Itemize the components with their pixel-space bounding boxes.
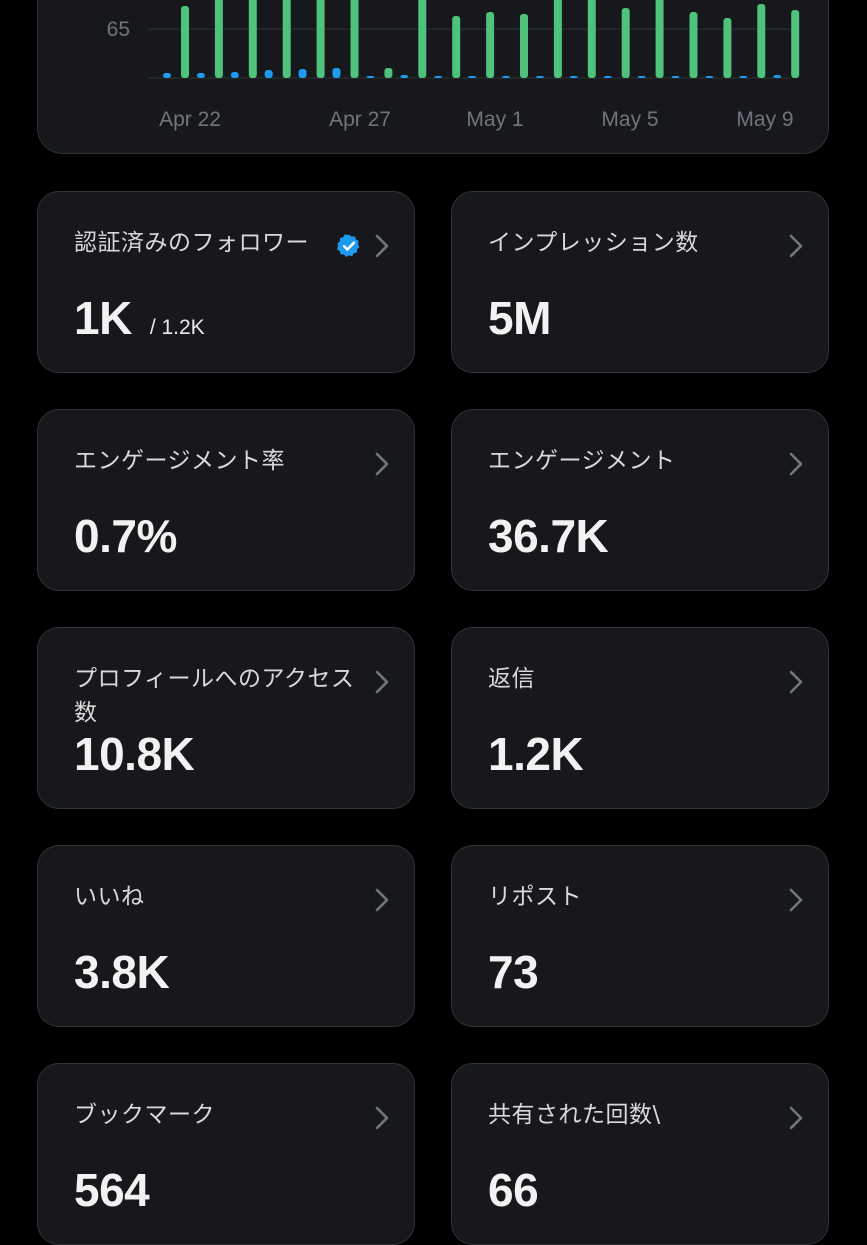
- metric-card-engagements[interactable]: エンゲージメント 36.7K: [451, 409, 829, 591]
- metric-label: 認証済みのフォロワー: [74, 230, 309, 256]
- chevron-right-icon: [375, 888, 389, 912]
- metric-card-profile-visits[interactable]: プロフィールへのアクセス数 10.8K: [37, 627, 415, 809]
- metric-value: 5M: [488, 292, 551, 344]
- metric-card-impressions[interactable]: インプレッション数 5M: [451, 191, 829, 373]
- bar-green-may-10: [791, 10, 800, 78]
- bar-green-apr-24: [248, 0, 257, 78]
- metric-label: インプレッション数: [488, 230, 699, 256]
- chevron-right-icon: [789, 888, 803, 912]
- bar-green-apr-27: [350, 0, 359, 78]
- bar-blue-apr-24: [230, 72, 239, 78]
- bar-blue-apr-22: [163, 73, 171, 78]
- chevron-right-icon: [789, 452, 803, 476]
- metric-value-main: 1K: [74, 292, 132, 344]
- metric-value: 66: [488, 1164, 539, 1216]
- bar-green-may-2: [520, 14, 528, 78]
- metric-label: リポスト: [488, 884, 582, 910]
- bar-blue-may-2: [502, 76, 510, 78]
- bar-blue-apr-23: [196, 73, 205, 78]
- bar-blue-may-1: [468, 76, 477, 78]
- bar-blue-may-7: [671, 76, 680, 78]
- metric-label: エンゲージメント: [488, 448, 676, 474]
- metric-card-reposts[interactable]: リポスト 73: [451, 845, 829, 1027]
- bar-green-may-9: [757, 4, 766, 78]
- bar-green-may-1: [486, 12, 495, 78]
- bar-green-may-5: [621, 8, 630, 78]
- bar-blue-may-5: [603, 76, 612, 78]
- metric-value-total: / 1.2K: [149, 316, 205, 339]
- metric-value: 1K / 1.2K: [74, 290, 205, 356]
- x-tick-label: Apr 22: [159, 108, 221, 131]
- metric-label: ブックマーク: [74, 1102, 215, 1128]
- metric-value: 1.2K: [488, 728, 584, 780]
- bar-blue-may-10: [773, 75, 782, 78]
- bar-blue-apr-25: [264, 70, 273, 78]
- chevron-right-icon: [789, 234, 803, 258]
- metric-label: いいね: [74, 884, 145, 910]
- y-tick-label: 65: [107, 18, 130, 41]
- metric-card-likes[interactable]: いいね 3.8K: [37, 845, 415, 1027]
- metric-value: 564: [74, 1164, 150, 1216]
- bar-green-apr-28: [384, 68, 393, 78]
- metric-card-replies[interactable]: 返信 1.2K: [451, 627, 829, 809]
- chevron-right-icon: [789, 670, 803, 694]
- bar-blue-may-8: [705, 76, 714, 78]
- bar-blue-apr-30: [434, 76, 443, 78]
- chevron-right-icon: [375, 670, 389, 694]
- verified-badge-icon: [337, 234, 360, 257]
- bar-green-may-8: [723, 18, 732, 78]
- bar-green-may-7: [689, 12, 698, 78]
- metric-card-bookmarks[interactable]: ブックマーク 564: [37, 1063, 415, 1245]
- bar-blue-apr-28: [366, 76, 375, 78]
- metric-card-verified-followers[interactable]: 認証済みのフォロワー 1K / 1.2K: [37, 191, 415, 373]
- chevron-right-icon: [375, 1106, 389, 1130]
- chevron-right-icon: [375, 234, 389, 258]
- bar-green-apr-25: [282, 0, 291, 78]
- chevron-right-icon: [789, 1106, 803, 1130]
- bar-blue-may-9: [739, 76, 748, 78]
- bar-blue-may-3: [535, 76, 544, 78]
- bar-blue-apr-29: [400, 75, 409, 78]
- metric-label: 返信: [488, 666, 535, 692]
- bar-green-may-6: [655, 0, 664, 78]
- bar-green-apr-26: [316, 0, 325, 78]
- bar-blue-apr-27: [332, 68, 341, 78]
- metric-value: 73: [488, 946, 539, 998]
- bar-green-may-3: [553, 0, 562, 78]
- metric-value: 3.8K: [74, 946, 170, 998]
- x-tick-label: May 1: [466, 108, 523, 131]
- metric-value: 10.8K: [74, 728, 195, 780]
- metric-label: エンゲージメント率: [74, 448, 286, 474]
- bar-green-may-4: [587, 0, 596, 78]
- impressions-chart-card: 65 Apr 22 Apr 27 May 1 May 5 May 9: [37, 0, 829, 154]
- bar-green-apr-22: [181, 6, 189, 78]
- bar-blue-may-4: [569, 76, 578, 78]
- impressions-bar-chart: 65 Apr 22 Apr 27 May 1 May 5 May 9: [107, 0, 800, 131]
- bar-green-apr-23: [214, 0, 223, 78]
- x-tick-label: Apr 27: [329, 108, 391, 131]
- metric-label: 共有された回数\: [488, 1102, 661, 1128]
- bar-blue-may-6: [637, 76, 646, 78]
- bar-green-apr-29: [418, 0, 427, 78]
- metric-card-engagement-rate[interactable]: エンゲージメント率 0.7%: [37, 409, 415, 591]
- chevron-right-icon: [375, 452, 389, 476]
- bar-blue-apr-26: [298, 69, 307, 78]
- metric-value: 36.7K: [488, 510, 609, 562]
- metric-card-shares[interactable]: 共有された回数\ 66: [451, 1063, 829, 1245]
- bar-green-apr-30: [452, 16, 461, 78]
- x-tick-label: May 5: [601, 108, 658, 131]
- x-tick-label: May 9: [736, 108, 793, 131]
- metric-label: プロフィールへのアクセス数: [74, 666, 355, 726]
- metric-value: 0.7%: [74, 510, 177, 562]
